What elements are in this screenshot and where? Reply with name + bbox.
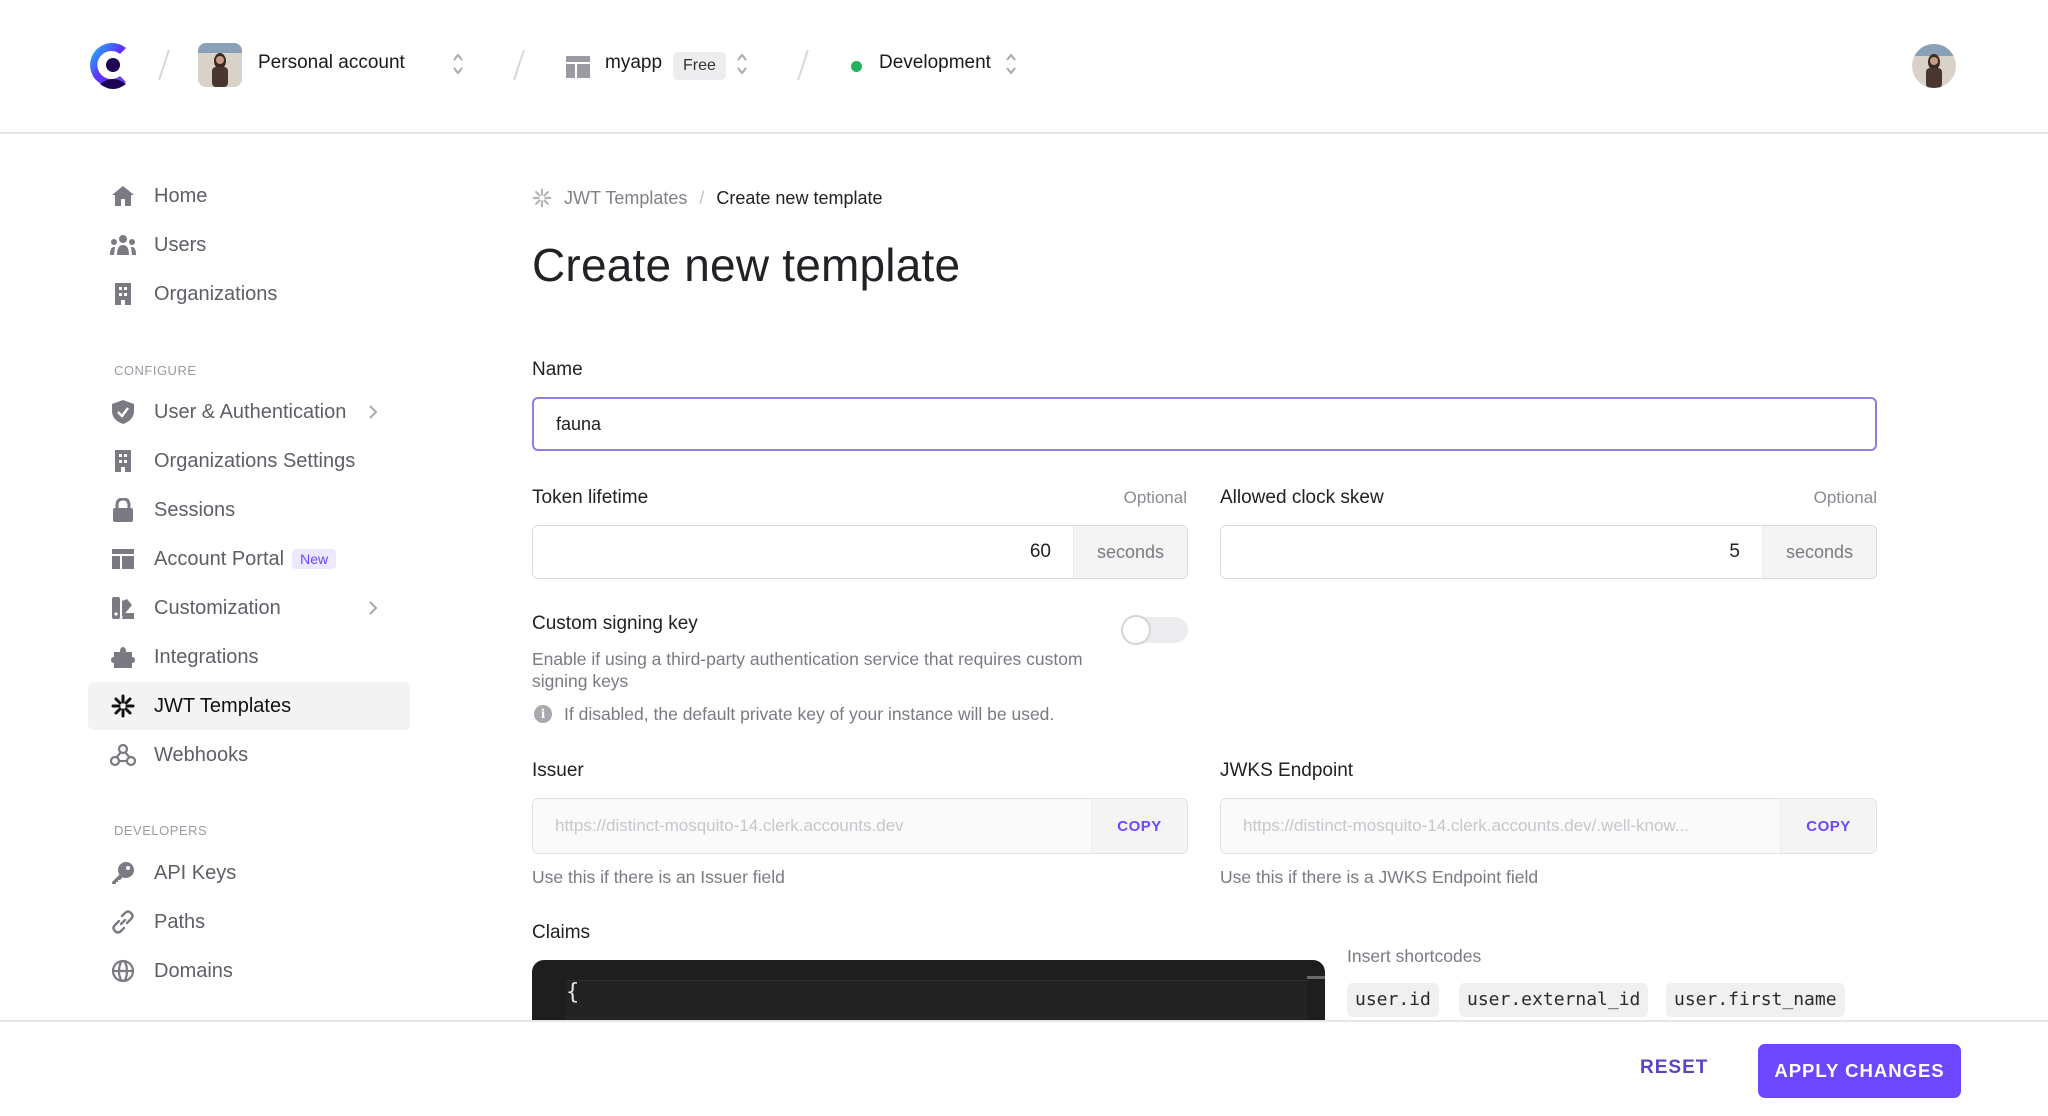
- clerk-logo-icon[interactable]: [90, 40, 134, 90]
- clock-skew-optional: Optional: [1813, 488, 1877, 507]
- toggle-knob: [1121, 615, 1151, 645]
- account-switcher-chevron-icon[interactable]: [451, 50, 465, 78]
- environment-name[interactable]: Development: [879, 52, 991, 74]
- token-lifetime-label: Token lifetime: [532, 487, 649, 508]
- shortcode-chip[interactable]: user.id: [1347, 983, 1439, 1017]
- jwks-copy-button[interactable]: COPY: [1780, 799, 1876, 853]
- home-icon: [110, 183, 136, 209]
- name-input[interactable]: [532, 397, 1877, 451]
- puzzle-icon: [110, 644, 136, 670]
- building-icon: [110, 281, 136, 307]
- sidebar-item-integrations[interactable]: Integrations: [88, 633, 410, 681]
- jwks-endpoint-input[interactable]: https://distinct-mosquito-14.clerk.accou…: [1221, 799, 1780, 853]
- sidebar-item-label: Account Portal: [154, 547, 285, 570]
- sidebar-item-organizations[interactable]: Organizations: [88, 270, 410, 318]
- breadcrumb: JWT Templates / Create new template: [532, 186, 882, 210]
- new-badge: New: [292, 549, 337, 569]
- building-icon: [110, 448, 136, 474]
- custom-signing-key-label: Custom signing key: [532, 613, 698, 634]
- header-separator: [513, 50, 525, 80]
- info-icon: i: [534, 705, 552, 723]
- breadcrumb-separator: /: [699, 187, 705, 208]
- jwks-endpoint-field: https://distinct-mosquito-14.clerk.accou…: [1220, 798, 1877, 854]
- sidebar-item-paths[interactable]: Paths: [88, 898, 410, 946]
- asterisk-icon: [532, 188, 552, 208]
- name-label: Name: [532, 359, 583, 380]
- section-label-developers: DEVELOPERS: [114, 823, 208, 838]
- issuer-help: Use this if there is an Issuer field: [532, 867, 785, 887]
- issuer-field: https://distinct-mosquito-14.clerk.accou…: [532, 798, 1188, 854]
- clock-skew-suffix: seconds: [1762, 526, 1876, 578]
- token-lifetime-input[interactable]: [533, 526, 1073, 578]
- paint-brush-icon: [110, 595, 136, 621]
- jwks-endpoint-help: Use this if there is a JWKS Endpoint fie…: [1220, 867, 1539, 887]
- environment-switcher-chevron-icon[interactable]: [1004, 50, 1018, 78]
- header-separator: [797, 50, 809, 80]
- sidebar-item-sessions[interactable]: Sessions: [88, 486, 410, 534]
- page-title: Create new template: [532, 239, 961, 291]
- plan-badge: Free: [673, 52, 726, 80]
- jwks-endpoint-label: JWKS Endpoint: [1220, 760, 1354, 781]
- custom-signing-key-info: If disabled, the default private key of …: [564, 704, 1055, 724]
- sidebar-item-users[interactable]: Users: [88, 221, 410, 269]
- clock-skew-label: Allowed clock skew: [1220, 487, 1384, 508]
- globe-icon: [110, 958, 136, 984]
- shield-check-icon: [110, 399, 136, 425]
- sidebar-item-home[interactable]: Home: [88, 172, 410, 220]
- custom-signing-key-description: Enable if using a third-party authentica…: [532, 649, 1083, 691]
- asterisk-icon: [110, 693, 136, 719]
- sidebar-item-account-portal[interactable]: Account Portal New: [88, 535, 410, 583]
- sidebar-item-organizations-settings[interactable]: Organizations Settings: [88, 437, 410, 485]
- user-avatar[interactable]: [1912, 44, 1956, 88]
- app-name[interactable]: myapp: [605, 52, 662, 74]
- sidebar-item-customization[interactable]: Customization: [88, 584, 410, 632]
- clock-skew-input[interactable]: [1221, 526, 1762, 578]
- account-avatar[interactable]: [198, 43, 242, 87]
- breadcrumb-jwt-templates-link[interactable]: JWT Templates: [564, 188, 687, 209]
- account-name[interactable]: Personal account: [258, 52, 405, 74]
- sidebar-item-webhooks[interactable]: Webhooks: [88, 731, 410, 779]
- chevron-right-icon: [369, 601, 378, 615]
- token-lifetime-field: seconds: [532, 525, 1188, 579]
- breadcrumb-current: Create new template: [716, 187, 883, 208]
- issuer-input[interactable]: https://distinct-mosquito-14.clerk.accou…: [533, 799, 1091, 853]
- sidebar-item-jwt-templates[interactable]: JWT Templates: [88, 682, 410, 730]
- layout-icon: [110, 546, 136, 572]
- shortcode-chip[interactable]: user.first_name: [1666, 983, 1845, 1017]
- webhook-icon: [110, 742, 136, 768]
- token-lifetime-suffix: seconds: [1073, 526, 1187, 578]
- claims-label: Claims: [532, 922, 591, 943]
- users-icon: [110, 232, 136, 258]
- shortcodes-label: Insert shortcodes: [1347, 946, 1482, 966]
- custom-signing-key-toggle[interactable]: [1121, 615, 1188, 645]
- clock-skew-field: seconds: [1220, 525, 1877, 579]
- token-lifetime-optional: Optional: [1123, 488, 1187, 507]
- app-switcher-chevron-icon[interactable]: [735, 50, 749, 78]
- chevron-right-icon: [369, 405, 378, 419]
- reset-button[interactable]: RESET: [1640, 1057, 1708, 1079]
- sidebar-item-user-authentication[interactable]: User & Authentication: [88, 388, 410, 436]
- header-separator: [158, 50, 170, 80]
- environment-status-dot: [851, 61, 862, 72]
- key-icon: [110, 860, 136, 886]
- code-line: {: [566, 980, 580, 1005]
- section-label-configure: CONFIGURE: [114, 363, 197, 378]
- shortcode-chip[interactable]: user.external_id: [1459, 983, 1649, 1017]
- action-footer: RESET APPLY CHANGES: [0, 1020, 2048, 1116]
- sidebar-item-domains[interactable]: Domains: [88, 947, 410, 995]
- editor-scrollbar[interactable]: [1307, 976, 1325, 979]
- apply-changes-button[interactable]: APPLY CHANGES: [1758, 1044, 1961, 1098]
- link-icon: [110, 909, 136, 935]
- sidebar-item-api-keys[interactable]: API Keys: [88, 849, 410, 897]
- issuer-label: Issuer: [532, 760, 584, 781]
- lock-icon: [110, 497, 136, 523]
- issuer-copy-button[interactable]: COPY: [1091, 799, 1187, 853]
- top-header: Personal account myapp Free Development: [0, 0, 2048, 134]
- app-layout-icon: [566, 56, 590, 78]
